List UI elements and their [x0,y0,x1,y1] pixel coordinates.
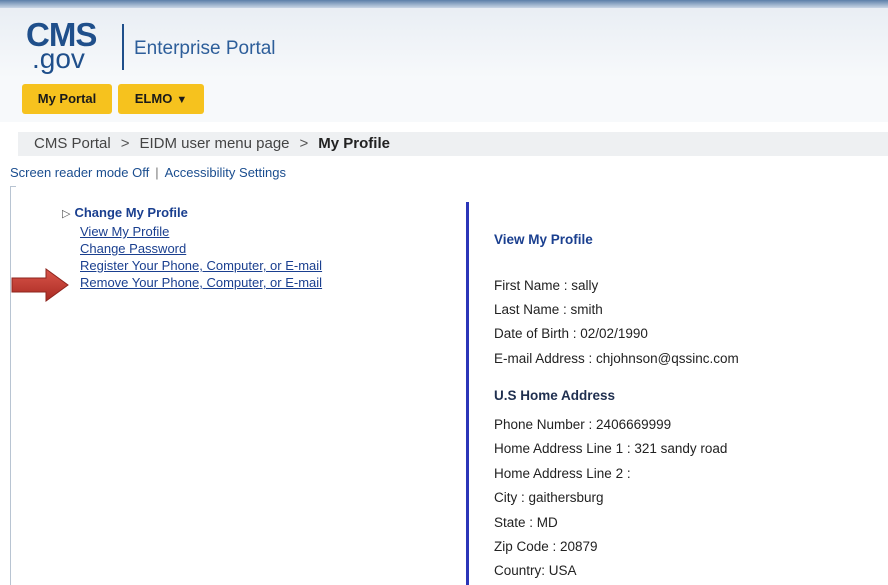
profile-heading: View My Profile [494,232,593,247]
breadcrumb-separator: > [120,135,130,152]
state-field: State : MD [494,515,558,530]
menu-heading[interactable]: ▷ Change My Profile [62,204,322,223]
city-field: City : gaithersburg [494,490,604,505]
top-border [0,0,888,8]
header: CMS .gov Enterprise Portal [0,8,888,78]
elmo-menu-button[interactable]: ELMO ▼ [118,84,204,114]
breadcrumb-eidm-user-menu[interactable]: EIDM user menu page [139,135,289,152]
page: CMS .gov Enterprise Portal My Portal ELM… [0,0,888,585]
remove-device-link[interactable]: Remove Your Phone, Computer, or E-mail [80,274,322,291]
address-line-1-field: Home Address Line 1 : 321 sandy road [494,441,728,456]
logo-divider [122,24,124,70]
logo-gov-text: .gov [32,43,85,74]
top-nav: My Portal ELMO ▼ [0,78,888,122]
profile-menu: ▷ Change My Profile View My Profile Chang… [62,204,322,291]
chevron-down-icon: ▼ [176,94,188,106]
phone-number-field: Phone Number : 2406669999 [494,417,672,432]
elmo-label: ELMO [134,91,173,106]
home-address-heading: U.S Home Address [494,388,616,403]
date-of-birth-field: Date of Birth : 02/02/1990 [494,326,648,341]
profile-panel: View My Profile First Name : sally Last … [494,232,739,578]
portal-title: Enterprise Portal [134,38,276,59]
email-address-field: E-mail Address : chjohnson@qssinc.com [494,351,739,366]
content-frame-border [10,186,16,585]
accessibility-pipe: | [155,165,159,180]
triangle-right-icon: ▷ [62,208,71,220]
first-name-field: First Name : sally [494,278,599,293]
accessibility-bar: Screen reader mode Off | Accessibility Set… [10,164,286,182]
zip-code-field: Zip Code : 20879 [494,539,598,554]
address-line-2-field: Home Address Line 2 : [494,466,631,481]
country-field: Country: USA [494,563,577,578]
view-my-profile-link[interactable]: View My Profile [80,223,322,240]
register-device-link[interactable]: Register Your Phone, Computer, or E-mail [80,257,322,274]
breadcrumb-cms-portal[interactable]: CMS Portal [34,135,111,152]
screen-reader-toggle[interactable]: Screen reader mode Off [10,165,149,180]
cms-gov-logo[interactable]: CMS .gov [22,18,118,76]
accessibility-settings-link[interactable]: Accessibility Settings [165,165,286,180]
breadcrumb-separator: > [299,135,309,152]
last-name-field: Last Name : smith [494,302,603,317]
change-password-link[interactable]: Change Password [80,240,322,257]
breadcrumb: CMS Portal > EIDM user menu page > My Profil… [18,132,888,156]
my-portal-button[interactable]: My Portal [22,84,112,114]
vertical-divider [466,202,469,585]
red-arrow-icon [11,268,69,302]
menu-heading-label: Change My Profile [74,205,188,220]
breadcrumb-current: My Profile [318,135,390,152]
